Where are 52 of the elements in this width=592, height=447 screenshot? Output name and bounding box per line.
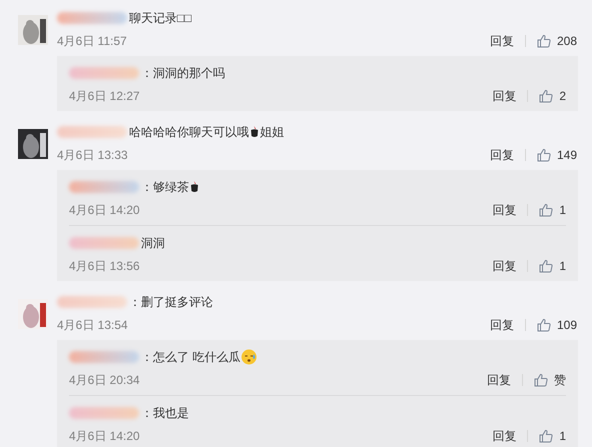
like-button[interactable]: 208: [536, 32, 577, 50]
reply-link[interactable]: 回复: [490, 32, 514, 50]
reply-link[interactable]: 回复: [492, 87, 516, 105]
thumbs-up-icon: [534, 373, 548, 387]
comment-text: ：够绿茶: [141, 179, 189, 196]
thumbs-up-icon: [536, 318, 551, 332]
emoji-icon: [241, 349, 258, 365]
reply-link[interactable]: 回复: [490, 316, 514, 334]
redaction-smudge: [57, 296, 127, 308]
reply-link[interactable]: 回复: [487, 371, 511, 389]
redaction-smudge: [57, 12, 127, 24]
reply-link[interactable]: 回复: [492, 427, 516, 445]
thumbs-up-icon: [539, 89, 554, 103]
redaction-smudge: [57, 126, 127, 138]
cup-icon: [190, 181, 199, 193]
reply-link[interactable]: 回复: [490, 146, 514, 164]
like-button[interactable]: 2: [539, 87, 566, 105]
timestamp: 4月6日 12:27: [69, 88, 140, 105]
redaction-smudge: [69, 237, 139, 249]
like-button[interactable]: 1: [539, 201, 566, 219]
redaction-smudge: [69, 407, 139, 419]
like-button[interactable]: 109: [536, 316, 577, 334]
reply-link[interactable]: 回复: [492, 201, 516, 219]
redaction-smudge: [69, 67, 139, 79]
timestamp: 4月6日 13:56: [69, 258, 140, 275]
comment-text: 洞洞: [141, 235, 165, 252]
like-button[interactable]: 赞: [534, 371, 566, 389]
thumbs-up-icon: [539, 203, 554, 217]
cup-icon: [250, 126, 259, 138]
comment-text: ：怎么了 吃什么瓜: [141, 349, 240, 366]
comment-text: ：删了挺多评论: [129, 294, 213, 311]
timestamp: 4月6日 20:34: [69, 372, 140, 389]
redaction-smudge: [69, 181, 139, 193]
redaction-smudge: [69, 351, 139, 363]
timestamp: 4月6日 13:33: [57, 147, 128, 164]
timestamp: 4月6日 13:54: [57, 317, 128, 334]
timestamp: 4月6日 11:57: [57, 33, 127, 50]
thumbs-up-icon: [536, 34, 551, 48]
comment-text: ：我也是: [141, 405, 189, 422]
comment-text: 聊天记录□□: [129, 10, 192, 27]
reply-link[interactable]: 回复: [492, 257, 516, 275]
comment-text: ：洞洞的那个吗: [141, 65, 225, 82]
like-button[interactable]: 149: [536, 146, 577, 164]
thumbs-up-icon: [539, 259, 554, 273]
comment-text: 哈哈哈哈你聊天可以哦: [129, 124, 249, 141]
like-button[interactable]: 1: [539, 257, 566, 275]
timestamp: 4月6日 14:20: [69, 202, 140, 219]
like-button[interactable]: 1: [539, 427, 566, 445]
timestamp: 4月6日 14:20: [69, 428, 140, 445]
thumbs-up-icon: [536, 148, 551, 162]
comment-text: 姐姐: [260, 124, 284, 141]
thumbs-up-icon: [539, 429, 554, 443]
